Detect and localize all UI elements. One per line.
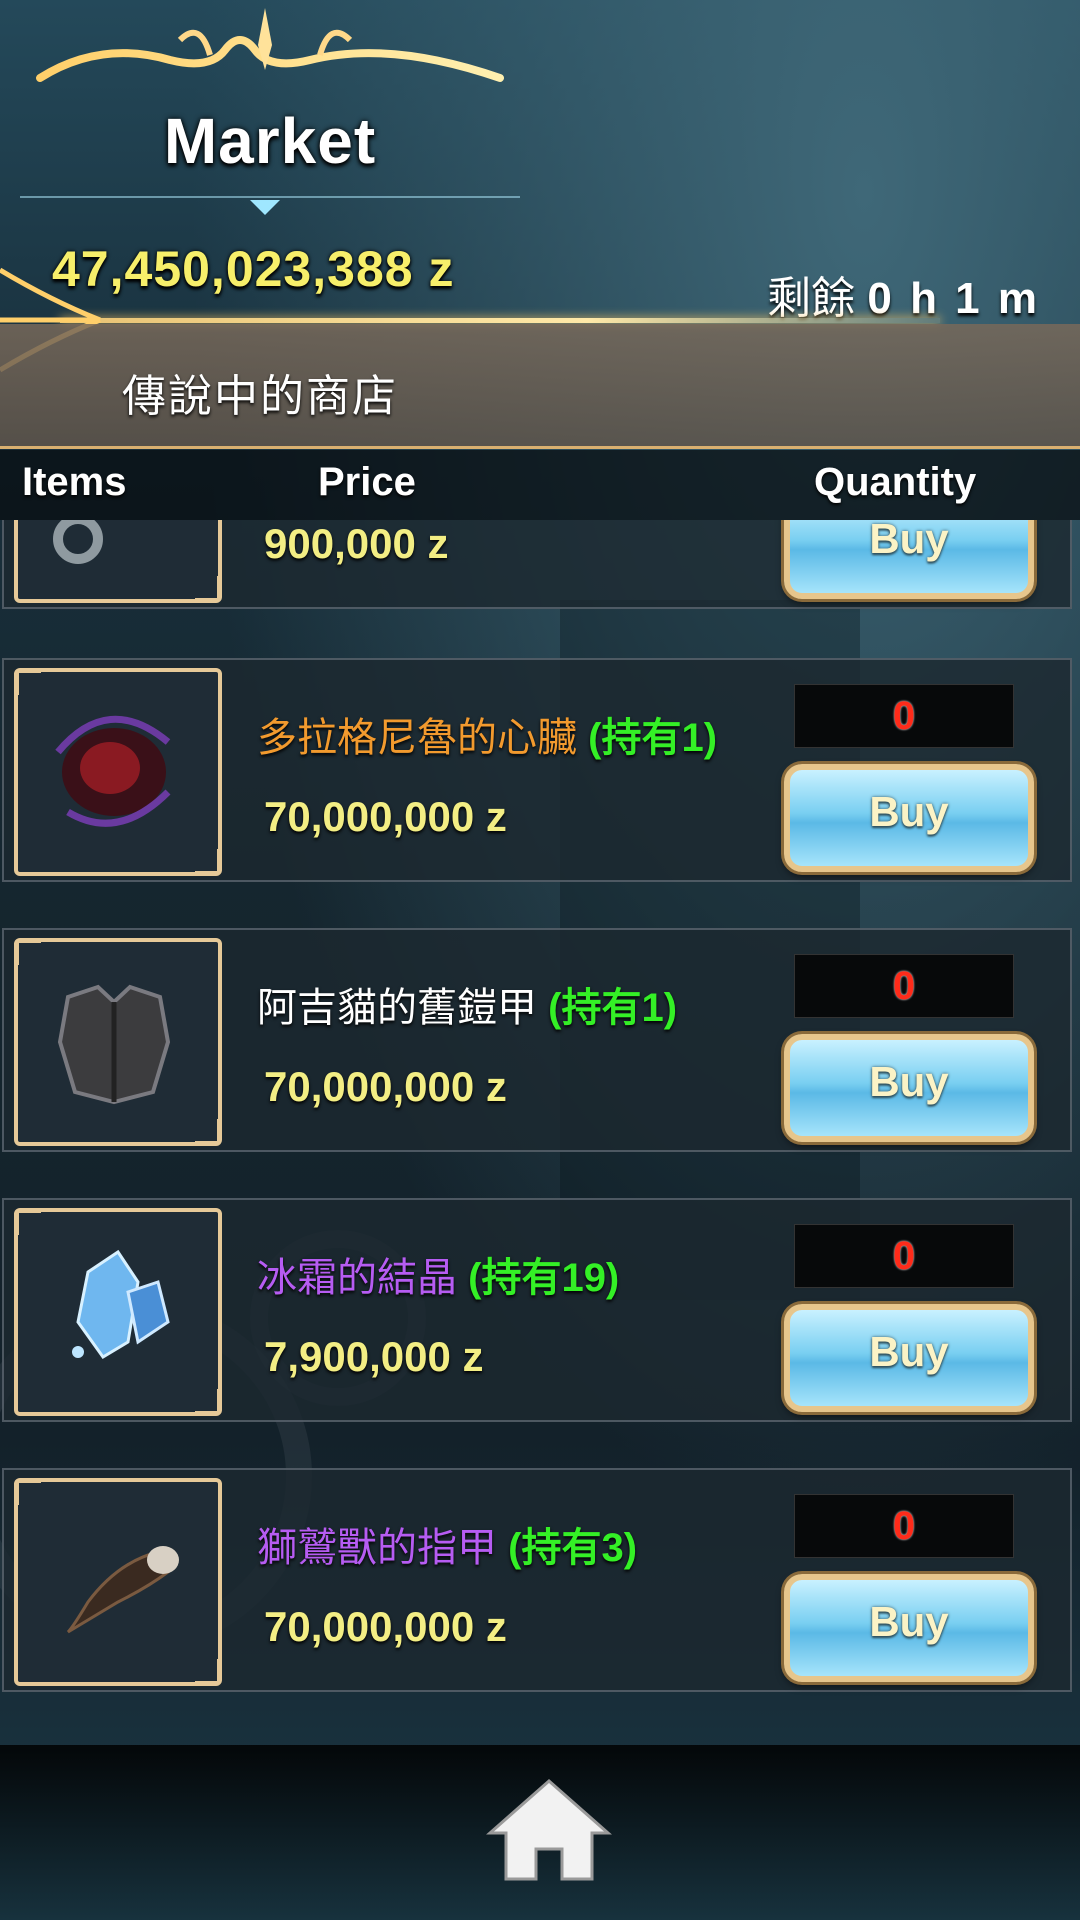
quantity-field[interactable]: 0	[794, 684, 1014, 748]
item-price: 7,900,000 z	[264, 1333, 484, 1380]
item-price: 900,000 z	[264, 520, 449, 567]
shop-band: 傳說中的商店	[0, 324, 1080, 449]
item-name: 多拉格尼魯的心臟 (持有1)	[257, 716, 718, 760]
item-thumbnail	[14, 520, 222, 603]
claw-icon	[66, 1546, 179, 1634]
ice-crystal-icon	[72, 1249, 170, 1359]
item-name: 冰霜的結晶 (持有19)	[257, 1256, 620, 1300]
item-name: 獅鷲獸的指甲 (持有3)	[257, 1526, 638, 1570]
buy-button[interactable]: Buy	[784, 1574, 1034, 1682]
bottom-bar	[0, 1745, 1080, 1920]
quantity-field[interactable]: 0	[794, 1494, 1014, 1558]
buy-label: Buy	[869, 1328, 949, 1375]
list-item: 冰霜的結晶 (持有19) 7,900,000 z 0 Buy	[2, 1198, 1072, 1422]
owned-count: (持有1)	[588, 716, 718, 760]
owned-count: (持有19)	[468, 1256, 620, 1300]
item-name: 阿吉貓的舊鎧甲 (持有1)	[257, 986, 678, 1030]
buy-label: Buy	[869, 788, 949, 835]
market-header: Market 47,450,023,388 z 剩餘 0 h 1 m 傳說中的商…	[0, 0, 1080, 450]
item-thumbnail	[14, 938, 222, 1146]
dark-heart-icon	[55, 715, 171, 827]
item-price: 70,000,000 z	[264, 1603, 507, 1650]
owned-count: (持有3)	[508, 1526, 638, 1570]
buy-button[interactable]: Buy	[784, 764, 1034, 872]
item-price: 70,000,000 z	[264, 1063, 507, 1110]
item-thumbnail	[14, 1478, 222, 1686]
ring-icon	[53, 520, 103, 564]
shop-name: 傳說中的商店	[122, 372, 398, 421]
quantity-value: 0	[892, 1504, 916, 1548]
column-header: Items Price Quantity	[0, 450, 1080, 520]
quantity-value: 0	[892, 964, 916, 1008]
owned-count: (持有1)	[548, 986, 678, 1030]
buy-button[interactable]: Buy	[784, 1304, 1034, 1412]
list-item: 多拉格尼魯的心臟 (持有1) 70,000,000 z 0 Buy	[2, 658, 1072, 882]
remaining-time: 剩餘 0 h 1 m	[767, 262, 1040, 326]
quantity-field[interactable]: 0	[794, 1224, 1014, 1288]
column-quantity: Quantity	[814, 460, 977, 504]
buy-button[interactable]: Buy	[784, 1034, 1034, 1142]
item-list[interactable]: 900,000 z Buy 多拉格尼魯的心臟 (持有1) 70,000,000 …	[0, 520, 1080, 1745]
item-thumbnail	[14, 1208, 222, 1416]
timer-value: 0 h 1 m	[867, 274, 1040, 323]
zeny-balance: 47,450,023,388 z	[52, 241, 455, 297]
buy-button[interactable]: Buy	[784, 520, 1034, 599]
column-price: Price	[318, 460, 416, 504]
gold-divider	[60, 318, 940, 323]
buy-label: Buy	[869, 1598, 949, 1645]
item-thumbnail	[14, 668, 222, 876]
armor-icon	[57, 984, 171, 1105]
column-items: Items	[22, 460, 127, 504]
home-icon[interactable]	[484, 1775, 614, 1885]
list-item: 阿吉貓的舊鎧甲 (持有1) 70,000,000 z 0 Buy	[2, 928, 1072, 1152]
timer-label: 剩餘	[767, 274, 856, 323]
page-title: Market	[163, 105, 377, 177]
quantity-field[interactable]: 0	[794, 954, 1014, 1018]
item-price: 70,000,000 z	[264, 793, 507, 840]
quantity-value: 0	[892, 694, 916, 738]
quantity-value: 0	[892, 1234, 916, 1278]
list-item: 獅鷲獸的指甲 (持有3) 70,000,000 z 0 Buy	[2, 1468, 1072, 1692]
list-item: 900,000 z Buy	[2, 520, 1072, 609]
buy-label: Buy	[869, 1058, 949, 1105]
buy-label: Buy	[869, 520, 949, 562]
